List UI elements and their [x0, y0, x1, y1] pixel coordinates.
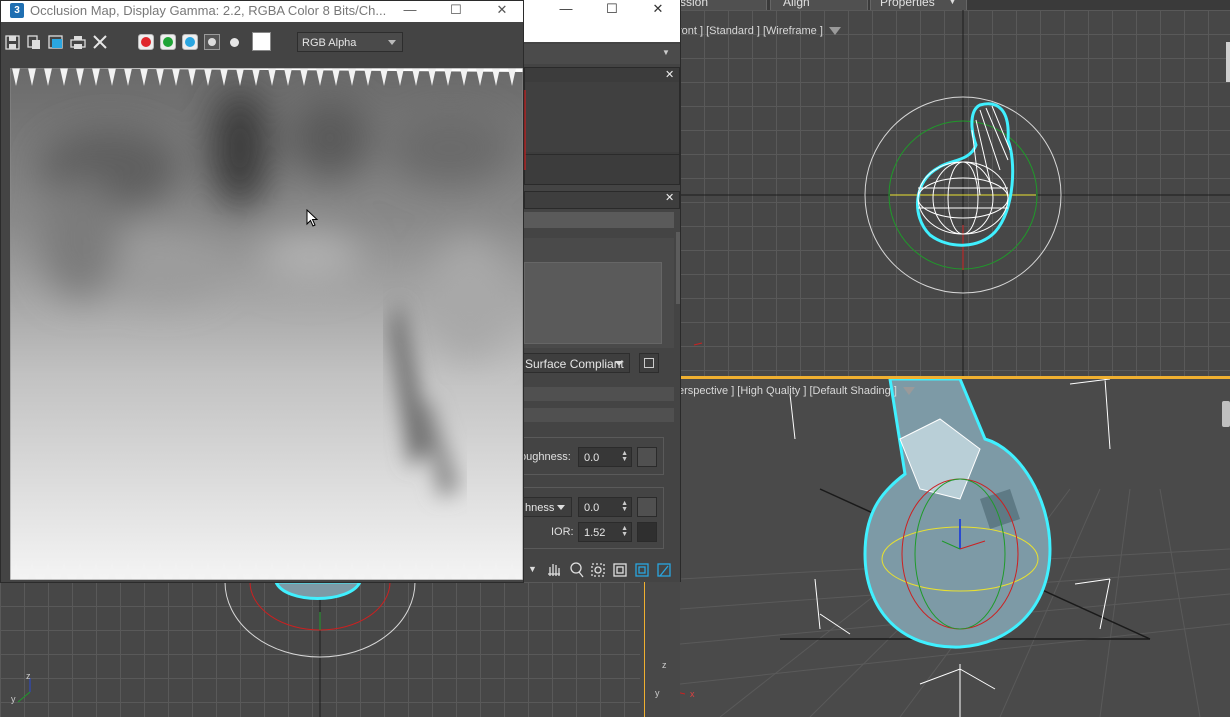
minimize-icon[interactable]: —	[556, 2, 576, 16]
ior-spinner[interactable]: 1.52 ▲ ▼	[578, 522, 632, 542]
roughness-spinner[interactable]: 0.0 ▲ ▼	[578, 447, 632, 467]
save-icon[interactable]	[639, 353, 659, 373]
window-title: Occlusion Map, Display Gamma: 2.2, RGBA …	[30, 3, 387, 18]
ior-label: IOR:	[551, 526, 574, 538]
frame-buffer-window: 3 Occlusion Map, Display Gamma: 2.2, RGB…	[0, 0, 524, 583]
panel-scrollbar[interactable]	[676, 232, 680, 304]
properties-panel-header: ✕	[524, 191, 680, 209]
monochrome-icon[interactable]	[230, 38, 239, 47]
viewport-perspective-label[interactable]: erspective ] [High Quality ] [Default Sh…	[680, 385, 915, 397]
menu-item-ssion[interactable]: ssion	[680, 0, 708, 9]
mouse-cursor-icon	[306, 209, 319, 227]
close-icon[interactable]: ✕	[492, 3, 512, 17]
spinner-arrows-icon[interactable]: ▲ ▼	[621, 525, 628, 538]
preset-select[interactable]: Surface Compliant	[520, 353, 630, 373]
viewport-left[interactable]: z y	[0, 582, 640, 717]
clear-icon[interactable]	[91, 33, 109, 51]
occlusion-map-image	[10, 68, 523, 580]
channel-select[interactable]: RGB Alpha	[297, 32, 403, 52]
perspective-axis-z: z	[662, 660, 667, 670]
roughness-label: oughness:	[520, 451, 571, 463]
app-icon: 3	[10, 3, 24, 18]
viewport-scrollbar[interactable]	[1226, 42, 1230, 82]
viewport-front[interactable]: ront ] [Standard ] [Wireframe ]	[680, 10, 1230, 376]
save-icon[interactable]	[4, 33, 22, 51]
print-icon[interactable]	[69, 33, 87, 51]
frame-buffer-titlebar: 3 Occlusion Map, Display Gamma: 2.2, RGB…	[1, 1, 523, 22]
maximize-icon[interactable]: ☐	[446, 3, 466, 17]
material-editor-titlebar: — ☐ ✕	[520, 0, 680, 42]
perspective-viewport-scene	[680, 379, 1230, 717]
rendered-image[interactable]	[10, 68, 523, 580]
refraction-roughness-map-button[interactable]	[637, 497, 657, 517]
axis-y-label: y	[11, 694, 16, 704]
main-toolbar-strip: ssion Align Properties ▼	[680, 0, 1230, 10]
nav-icons	[548, 562, 671, 578]
viewport-divider-area	[640, 582, 680, 717]
chevron-down-icon	[388, 40, 396, 45]
axis-z-label: z	[26, 671, 31, 681]
perspective-axis-y: y	[655, 688, 660, 698]
close-icon[interactable]: ✕	[648, 2, 668, 16]
spinner-arrows-icon[interactable]: ▲ ▼	[621, 500, 628, 513]
chevron-down-icon	[615, 361, 623, 366]
viewcube-fragment[interactable]	[1222, 401, 1230, 427]
roughness-map-button[interactable]	[637, 447, 657, 467]
alpha-channel-toggle[interactable]	[204, 34, 220, 50]
close-icon[interactable]: ✕	[665, 68, 674, 81]
minimize-icon[interactable]: —	[400, 3, 420, 17]
viewport-navigation-bar: ▼	[520, 558, 680, 582]
chevron-down-icon	[557, 505, 565, 510]
viewport-perspective[interactable]: erspective ] [High Quality ] [Default Sh…	[680, 379, 1230, 717]
spinner-arrows-icon[interactable]: ▲ ▼	[621, 450, 628, 463]
preset-rollout	[524, 238, 674, 348]
red-channel-toggle[interactable]	[138, 34, 154, 50]
wireframe-object	[916, 102, 1015, 247]
blue-channel-toggle[interactable]	[182, 34, 198, 50]
refraction-roughness-spinner[interactable]: 0.0 ▲ ▼	[578, 497, 632, 517]
rollout-header[interactable]	[524, 387, 674, 401]
green-channel-toggle[interactable]	[160, 34, 176, 50]
filter-icon[interactable]	[902, 387, 915, 396]
front-viewport-scene	[680, 10, 1230, 376]
filter-icon[interactable]	[828, 27, 841, 36]
sphere-object	[863, 379, 1052, 649]
viewport-front-label[interactable]: ront ] [Standard ] [Wireframe ]	[680, 25, 841, 37]
clone-icon[interactable]	[47, 33, 65, 51]
menu-item-properties[interactable]: Properties	[880, 0, 935, 9]
roughness-mode-select[interactable]: hness	[520, 497, 572, 517]
maximize-icon[interactable]: ☐	[602, 2, 622, 16]
background-color-swatch[interactable]	[252, 32, 271, 51]
preview-swatch	[524, 262, 662, 344]
material-dropdown-bar[interactable]: ▼	[520, 44, 680, 64]
copy-icon[interactable]	[25, 33, 43, 51]
chevron-down-icon[interactable]: ▼	[662, 48, 670, 57]
close-icon[interactable]: ✕	[665, 191, 674, 204]
chevron-down-icon[interactable]: ▼	[528, 564, 537, 574]
material-name-field[interactable]	[524, 212, 674, 228]
material-editor-window: — ☐ ✕ ▼ ✕ ✕ Surface Compliant oughness: …	[520, 0, 681, 582]
menu-item-align[interactable]: Align	[783, 0, 810, 9]
viewport-edge-line	[644, 582, 645, 717]
red-edge-marker	[524, 90, 526, 170]
ior-map-button[interactable]	[637, 522, 657, 542]
chevron-down-icon[interactable]: ▼	[948, 0, 957, 6]
slate-view-panel: ✕	[524, 67, 680, 185]
perspective-axis-x: x	[690, 689, 695, 699]
left-viewport-scene	[17, 582, 416, 717]
rollout-header-reflection[interactable]	[524, 408, 674, 422]
